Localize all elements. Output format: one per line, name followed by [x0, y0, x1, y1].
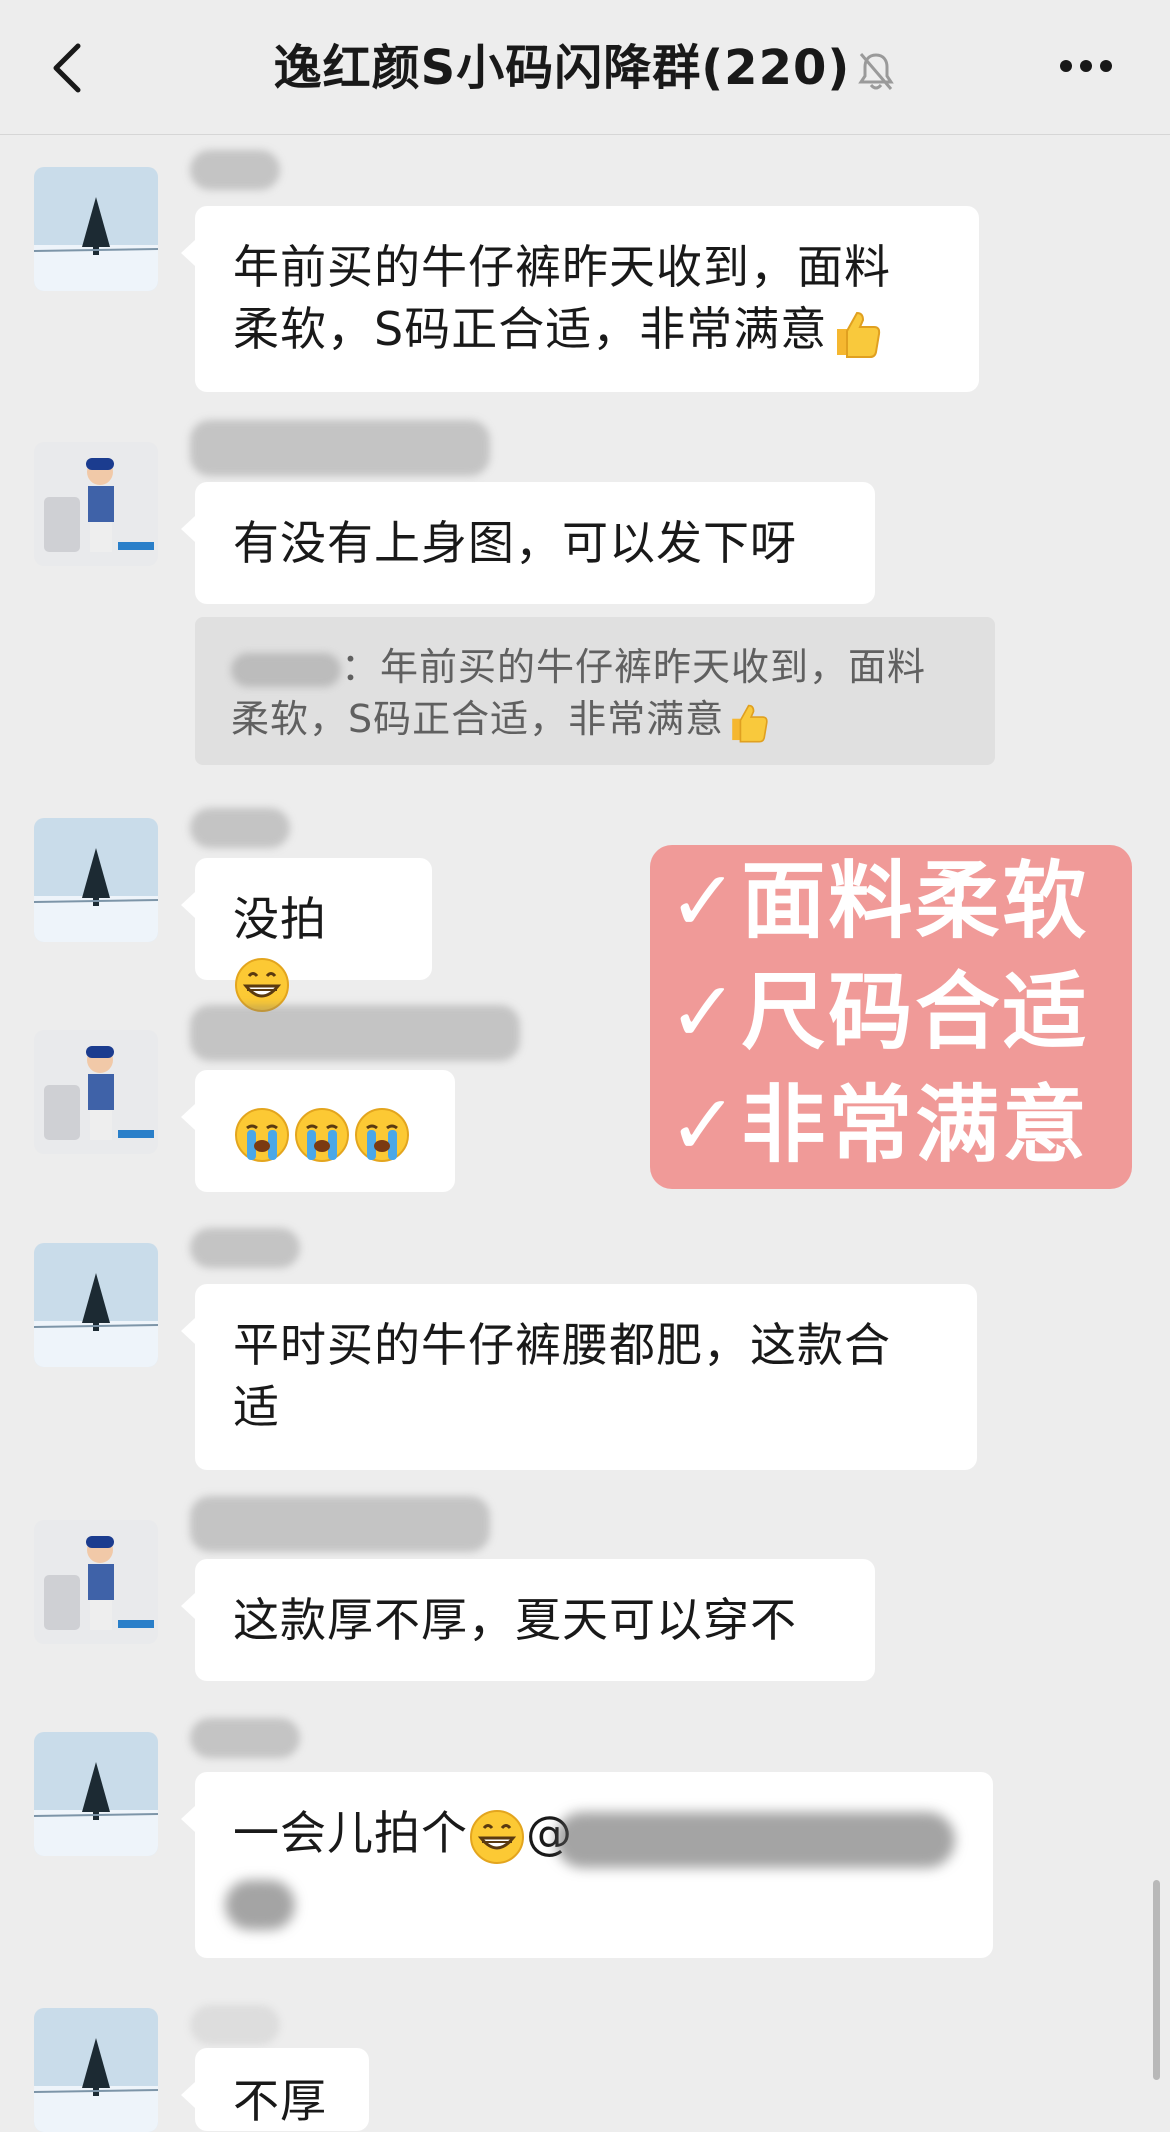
- grinning-emoji: [468, 1808, 526, 1866]
- avatar-snow[interactable]: [34, 818, 158, 942]
- chat-title: 逸红颜S小码闪降群(220): [273, 40, 851, 96]
- highlight-very-satisfied: ✓非常满意: [650, 1069, 1132, 1189]
- thumbs-up-emoji: [827, 305, 883, 361]
- scrollbar[interactable]: [1153, 1880, 1160, 2080]
- crying-emoji: [353, 1106, 411, 1164]
- message-text: 年前买的牛仔裤昨天收到，面料: [233, 240, 891, 294]
- message-bubble[interactable]: 这款厚不厚，夏天可以穿不: [181, 1559, 875, 1681]
- crying-emoji: [293, 1106, 351, 1164]
- message-text: 平时买的牛仔裤腰都肥，这款合: [233, 1318, 891, 1372]
- highlight-fabric-soft: ✓面料柔软: [650, 845, 1132, 961]
- message-text: [233, 1104, 413, 1162]
- bell-muted-icon: [858, 53, 895, 90]
- mention-redacted: [225, 1880, 295, 1930]
- message-text: 有没有上身图，可以发下呀: [233, 516, 797, 570]
- quote-text: 柔软，S码正合适，非常满意: [231, 697, 725, 741]
- nickname-redacted: [190, 420, 490, 476]
- message-text: 一会儿拍个: [233, 1806, 468, 1860]
- nickname-redacted: [190, 2005, 280, 2045]
- nickname-redacted: [190, 1496, 490, 1552]
- avatar-snow[interactable]: [34, 1732, 158, 1856]
- nickname-redacted: [190, 150, 280, 190]
- mention-redacted: [555, 1812, 955, 1868]
- message-text: 不厚: [233, 2074, 327, 2128]
- thumbs-up-emoji: [724, 699, 770, 745]
- nickname-redacted: [190, 808, 290, 848]
- avatar-snow[interactable]: [34, 167, 158, 291]
- message-bubble[interactable]: 平时买的牛仔裤腰都肥，这款合 适: [181, 1284, 977, 1470]
- avatar-snow[interactable]: [34, 2008, 158, 2132]
- message-text: 没拍: [233, 892, 327, 946]
- message-text: 柔软，S码正合适，非常满意: [233, 302, 828, 356]
- chat-header: 逸红颜S小码闪降群(220): [0, 0, 1170, 135]
- quote-separator: ：: [341, 645, 381, 689]
- nickname-redacted: [190, 1228, 300, 1268]
- quoted-message[interactable]: ：年前买的牛仔裤昨天收到，面料 柔软，S码正合适，非常满意: [195, 617, 995, 765]
- quoted-nickname-redacted: [231, 652, 341, 687]
- avatar-child[interactable]: [34, 442, 158, 566]
- message-bubble[interactable]: 有没有上身图，可以发下呀: [181, 482, 875, 604]
- message-bubble[interactable]: 不厚: [181, 2048, 369, 2131]
- message-bubble[interactable]: [181, 1070, 455, 1192]
- avatar-snow[interactable]: [34, 1243, 158, 1367]
- avatar-child[interactable]: [34, 1520, 158, 1644]
- chat-title-wrap: 逸红颜S小码闪降群(220): [0, 36, 1170, 100]
- quote-text: 年前买的牛仔裤昨天收到，面料: [380, 645, 927, 689]
- nickname-redacted: [190, 1718, 300, 1758]
- message-text: 适: [233, 1380, 280, 1434]
- avatar-child[interactable]: [34, 1030, 158, 1154]
- message-bubble[interactable]: 一会儿拍个 @: [181, 1772, 993, 1958]
- ellipsis-icon[interactable]: [1058, 56, 1114, 76]
- highlight-size-fits: ✓尺码合适: [650, 958, 1132, 1072]
- message-bubble[interactable]: 没拍: [181, 858, 432, 1012]
- crying-emoji: [233, 1106, 291, 1164]
- message-bubble[interactable]: 年前买的牛仔裤昨天收到，面料 柔软，S码正合适，非常满意: [181, 206, 979, 392]
- message-text: 这款厚不厚，夏天可以穿不: [233, 1593, 797, 1647]
- nickname-redacted: [190, 1005, 520, 1061]
